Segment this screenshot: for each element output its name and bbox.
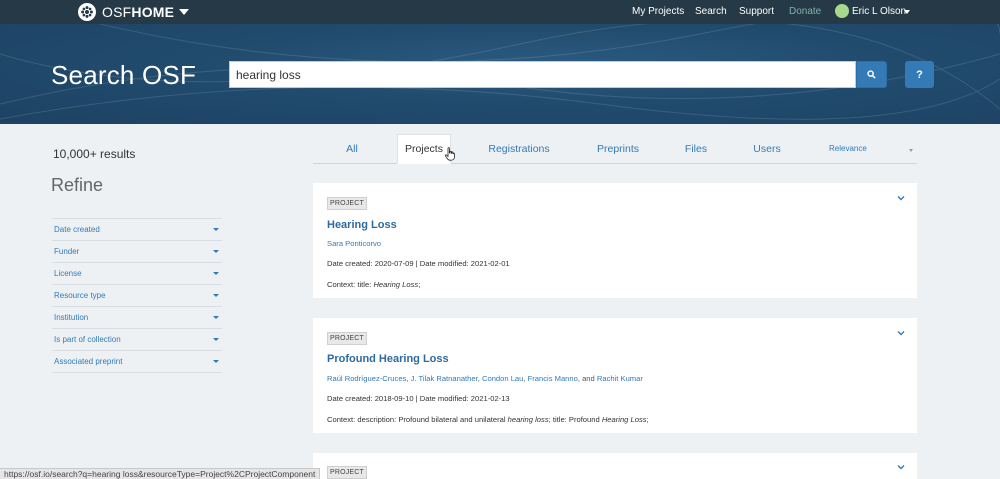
- osf-logo-icon: [78, 3, 96, 21]
- nav-my-projects[interactable]: My Projects: [632, 6, 684, 17]
- filter-institution[interactable]: Institution: [52, 307, 222, 329]
- filter-associated-preprint[interactable]: Associated preprint: [52, 351, 222, 373]
- user-menu-name[interactable]: Eric L Olson: [852, 6, 906, 17]
- result-authors: Raúl Rodríguez-Cruces, J. Tilak Ratnanat…: [327, 374, 643, 383]
- tab-preprints[interactable]: Preprints: [591, 134, 645, 164]
- results-count: 10,000+ results: [53, 147, 136, 161]
- caret-down-icon: [213, 360, 219, 363]
- filter-license[interactable]: License: [52, 263, 222, 285]
- context-highlight: hearing loss: [507, 415, 549, 424]
- tab-registrations[interactable]: Registrations: [485, 134, 553, 164]
- help-button[interactable]: ?: [905, 61, 934, 88]
- filter-list: Date created Funder License Resource typ…: [52, 218, 222, 373]
- caret-down-icon: [213, 338, 219, 341]
- filter-funder[interactable]: Funder: [52, 241, 222, 263]
- author-link[interactable]: Condon Lau: [482, 374, 523, 383]
- filter-label: Is part of collection: [54, 335, 121, 344]
- context-text: ; title: Profound: [548, 415, 602, 424]
- osf-home-brand[interactable]: OSFHOME: [78, 3, 190, 21]
- author-separator: ,: [477, 374, 480, 383]
- result-type-tabs: All Projects Registrations Preprints Fil…: [313, 134, 917, 164]
- nav-donate[interactable]: Donate: [789, 6, 821, 17]
- search-icon: [867, 70, 876, 79]
- author-link[interactable]: Raúl Rodríguez-Cruces: [327, 374, 406, 383]
- resource-type-badge: PROJECT: [327, 466, 367, 479]
- author-link[interactable]: Francis Manno: [528, 374, 578, 383]
- chevron-down-icon[interactable]: [897, 464, 905, 470]
- result-title-link[interactable]: Profound Hearing Loss: [327, 353, 449, 365]
- author-separator: , and: [577, 374, 595, 383]
- author-link[interactable]: Rachit Kumar: [597, 374, 643, 383]
- filter-is-part-of-collection[interactable]: Is part of collection: [52, 329, 222, 351]
- top-navbar: OSFHOME My Projects Search Support Donat…: [0, 0, 1000, 24]
- resource-type-badge: PROJECT: [327, 197, 367, 210]
- filter-label: Date created: [54, 225, 100, 234]
- context-text: Context: title:: [327, 280, 374, 289]
- refine-heading: Refine: [51, 175, 104, 195]
- filter-resource-type[interactable]: Resource type: [52, 285, 222, 307]
- filter-label: Institution: [54, 313, 89, 322]
- user-menu-caret-icon: [904, 10, 910, 14]
- tab-files[interactable]: Files: [679, 134, 713, 164]
- caret-down-icon: [213, 294, 219, 297]
- browser-status-bar: https://osf.io/search?q=hearing loss&res…: [0, 468, 321, 479]
- context-text: ;: [646, 415, 649, 424]
- sort-selected-value: Relevance: [829, 144, 867, 153]
- nav-search[interactable]: Search: [695, 6, 727, 17]
- author-link[interactable]: Sara Ponticorvo: [327, 239, 381, 248]
- caret-down-icon: [213, 272, 219, 275]
- context-text: Context: description: Profound bilateral…: [327, 415, 508, 424]
- page-title: Search OSF: [51, 60, 197, 90]
- chevron-down-icon[interactable]: [897, 195, 905, 201]
- search-button[interactable]: [856, 61, 887, 88]
- search-hero: Search OSF ?: [0, 24, 1000, 124]
- result-dates: Date created: 2018-09-10 | Date modified…: [327, 394, 510, 403]
- tab-all[interactable]: All: [337, 134, 367, 164]
- tab-users[interactable]: Users: [749, 134, 785, 164]
- filter-label: License: [54, 269, 82, 278]
- author-separator: ,: [523, 374, 526, 383]
- brand-name-light: OSF: [102, 4, 132, 20]
- filter-label: Associated preprint: [54, 357, 123, 366]
- result-card: PROJECT Profound Hearing Loss Raúl Rodrí…: [313, 318, 917, 433]
- result-context: Context: title: Hearing Loss;: [327, 280, 420, 289]
- context-text: ;: [418, 280, 421, 289]
- author-link[interactable]: J. Tilak Ratnanather: [411, 374, 478, 383]
- user-avatar[interactable]: [835, 4, 849, 18]
- caret-down-icon: [213, 316, 219, 319]
- tab-projects[interactable]: Projects: [397, 134, 451, 164]
- filter-label: Resource type: [54, 291, 106, 300]
- caret-down-icon: [909, 149, 913, 152]
- result-title-link[interactable]: Hearing Loss: [327, 219, 397, 231]
- author-separator: ,: [406, 374, 409, 383]
- nav-support[interactable]: Support: [739, 6, 774, 17]
- hand-cursor-icon: [444, 147, 455, 161]
- result-context: Context: description: Profound bilateral…: [327, 415, 649, 424]
- result-card: PROJECT Hearing Loss Sara Ponticorvo Dat…: [313, 183, 917, 298]
- resource-type-badge: PROJECT: [327, 332, 367, 345]
- chevron-down-icon: [179, 9, 190, 15]
- context-highlight: Hearing Loss: [373, 280, 419, 289]
- result-card: PROJECT: [313, 453, 917, 479]
- filter-date-created[interactable]: Date created: [52, 219, 222, 241]
- context-highlight: Hearing Loss: [601, 415, 647, 424]
- brand-name-bold: HOME: [131, 4, 175, 20]
- sort-select[interactable]: Relevance: [829, 144, 917, 158]
- filter-label: Funder: [54, 247, 80, 256]
- caret-down-icon: [213, 228, 219, 231]
- brand-name: OSFHOME: [102, 4, 174, 20]
- chevron-down-icon[interactable]: [897, 330, 905, 336]
- result-dates: Date created: 2020-07-09 | Date modified…: [327, 259, 510, 268]
- result-authors: Sara Ponticorvo: [327, 239, 381, 248]
- caret-down-icon: [213, 250, 219, 253]
- search-input[interactable]: [229, 61, 856, 88]
